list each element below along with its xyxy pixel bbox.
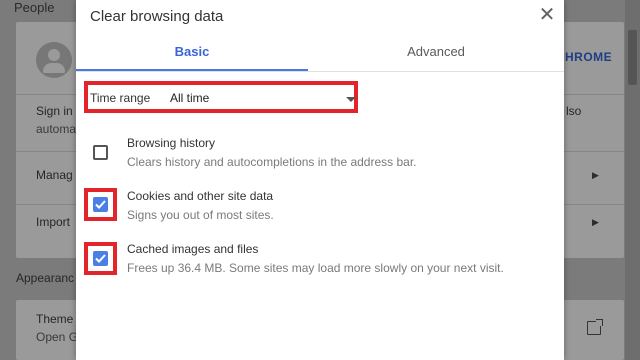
cookies-title: Cookies and other site data <box>127 189 274 203</box>
scrollbar[interactable] <box>625 0 640 360</box>
import-bookmarks-item[interactable]: Import <box>36 215 70 229</box>
checkmark-icon <box>95 200 106 209</box>
time-range-select[interactable]: All time <box>170 91 209 105</box>
open-external-icon[interactable] <box>587 319 603 335</box>
browsing-history-description: Clears history and autocompletions in th… <box>127 155 417 169</box>
cookies-description: Signs you out of most sites. <box>127 208 274 222</box>
chevron-right-icon: ▶ <box>592 170 599 180</box>
tab-basic[interactable]: Basic <box>76 36 308 70</box>
section-heading-people: People <box>14 0 55 15</box>
chevron-right-icon: ▶ <box>592 217 599 227</box>
tab-advanced[interactable]: Advanced <box>308 36 564 70</box>
dialog-title: Clear browsing data <box>90 8 224 25</box>
scrollbar-thumb[interactable] <box>628 30 637 85</box>
clear-browsing-data-dialog: Clear browsing data ✕ Basic Advanced Tim… <box>76 0 564 360</box>
sign-in-right-text: lso <box>566 104 582 118</box>
cookies-checkbox[interactable] <box>93 197 108 212</box>
cached-images-title: Cached images and files <box>127 242 259 256</box>
time-range-label: Time range <box>90 91 151 105</box>
sign-in-subtext: automa <box>36 122 77 136</box>
checkmark-icon <box>95 254 106 263</box>
section-heading-appearance: Appearanc <box>16 271 75 285</box>
sign-in-text: Sign in <box>36 104 73 118</box>
browsing-history-title: Browsing history <box>127 136 216 150</box>
avatar <box>36 42 72 78</box>
browsing-history-checkbox[interactable] <box>93 145 108 160</box>
tab-divider <box>76 71 564 72</box>
themes-item[interactable]: Theme <box>36 312 73 326</box>
cached-images-description: Frees up 36.4 MB. Some sites may load mo… <box>127 261 504 275</box>
themes-subtext: Open G <box>36 330 79 344</box>
manage-people-item[interactable]: Manag <box>36 168 73 182</box>
sign-in-chrome-link[interactable]: HROME <box>565 50 612 64</box>
close-icon[interactable]: ✕ <box>535 4 559 28</box>
dropdown-arrow-icon[interactable] <box>346 97 356 102</box>
cached-images-checkbox[interactable] <box>93 251 108 266</box>
